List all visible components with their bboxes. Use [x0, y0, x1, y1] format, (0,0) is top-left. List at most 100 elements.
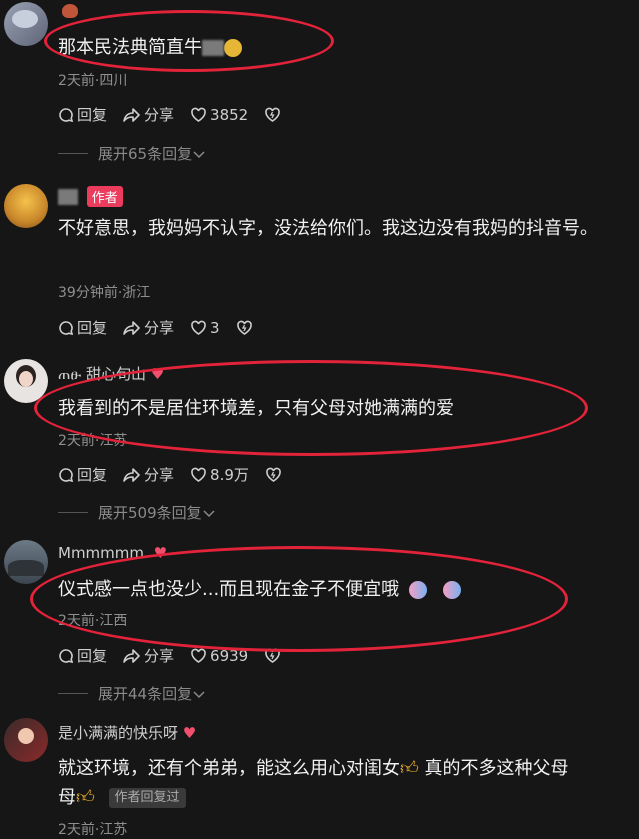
comment-text-wrap: 那本民法典简直牛: [58, 33, 628, 62]
comment-text-2: 真的不多这种父母: [424, 758, 569, 779]
avatar[interactable]: [4, 540, 48, 584]
expand-replies-button[interactable]: 展开44条回复: [58, 683, 206, 704]
heart-icon: [191, 107, 206, 122]
reply-bubble-icon: [59, 107, 74, 122]
like-button[interactable]: 3852: [190, 106, 248, 124]
share-arrow-icon: [123, 320, 140, 335]
smile-emoji-icon: [224, 39, 242, 57]
reply-button[interactable]: 回复: [58, 464, 107, 485]
comment-actions: 回复 分享 3: [58, 317, 272, 338]
comment-meta: 2天前·江西: [58, 613, 128, 629]
share-button[interactable]: 分享: [123, 464, 174, 485]
chevron-down-icon: [193, 690, 205, 698]
avatar[interactable]: [4, 718, 48, 762]
divider: [58, 153, 88, 154]
author-name-text: ጠፁ 甜心旬山: [58, 365, 147, 383]
like-count: 3: [210, 318, 220, 337]
share-arrow-icon: [123, 467, 140, 482]
like-button[interactable]: 6939: [190, 647, 248, 665]
avatar[interactable]: [4, 359, 48, 403]
share-button[interactable]: 分享: [123, 104, 174, 125]
divider: [58, 512, 88, 513]
author-replied-badge: 作者回复过: [108, 788, 186, 808]
expand-label: 展开509条回复: [98, 504, 202, 522]
share-label: 分享: [144, 319, 175, 337]
comment-text: 仪式感一点也没少...而且现在金子不便宜哦: [58, 579, 400, 600]
red-heart-icon: ♥: [153, 544, 168, 562]
user-icon-small: [62, 4, 78, 18]
comment-text: 就这环境，还有个弟弟，能这么用心对闺女: [58, 758, 400, 779]
reply-button[interactable]: 回复: [58, 104, 107, 125]
share-label: 分享: [144, 647, 175, 665]
share-label: 分享: [144, 106, 175, 124]
dislike-button[interactable]: [264, 107, 284, 123]
couple-emoji-icon: [442, 581, 461, 599]
expand-label: 展开44条回复: [98, 685, 193, 703]
expand-replies-button[interactable]: 展开65条回复: [58, 143, 206, 164]
reply-button[interactable]: 回复: [58, 645, 107, 666]
reply-label: 回复: [77, 647, 108, 665]
dislike-button[interactable]: [265, 467, 285, 483]
like-count: 8.9万: [210, 466, 249, 484]
author-name-text: 是小满满的快乐呀: [58, 724, 179, 742]
couple-emoji-icon: [408, 581, 427, 599]
author-badge: 作者: [86, 186, 123, 207]
comment-meta: 2天前·江苏: [58, 433, 128, 449]
like-count: 3852: [210, 105, 249, 124]
author-name: Mmmmmm. ♥: [58, 544, 167, 562]
chevron-down-icon: [203, 509, 215, 517]
heart-icon: [191, 467, 206, 482]
reply-button[interactable]: 回复: [58, 317, 107, 338]
chevron-down-icon: [193, 150, 205, 158]
share-label: 分享: [144, 466, 175, 484]
like-button[interactable]: 8.9万: [190, 464, 249, 485]
avatar[interactable]: [4, 184, 48, 228]
like-count: 6939: [210, 646, 249, 665]
comment-text: 不好意思，我妈妈不认字，没法给你们。我这边没有我妈的抖音号。: [58, 218, 598, 239]
author-name: 是小满满的快乐呀 ♥: [58, 722, 196, 743]
comment-text-3: 母: [58, 787, 76, 808]
author-name-text: Mmmmmm.: [58, 544, 149, 562]
dislike-heart-icon: [266, 467, 281, 482]
comment-meta: 2天前·江苏: [58, 822, 128, 838]
reply-label: 回复: [77, 466, 108, 484]
redacted-name: [58, 188, 78, 205]
reply-bubble-icon: [59, 320, 74, 335]
comment-actions: 回复 分享 8.9万: [58, 464, 301, 485]
reply-label: 回复: [77, 106, 108, 124]
heart-icon: [191, 320, 206, 335]
expand-replies-button[interactable]: 展开509条回复: [58, 502, 216, 523]
comment-meta: 2天前·四川: [58, 73, 128, 89]
comment-text: 那本民法典简直牛: [58, 37, 202, 58]
dislike-heart-icon: [265, 648, 281, 663]
comment-text-wrap: 就这环境，还有个弟弟，能这么用心对闺女👍︎ 真的不多这种父母 母👍︎ 作者回复过: [58, 754, 628, 812]
dislike-heart-icon: [236, 320, 252, 335]
reply-bubble-icon: [59, 467, 74, 482]
heart-icon: [191, 648, 206, 663]
red-heart-icon: ♥: [150, 365, 165, 383]
share-button[interactable]: 分享: [123, 645, 174, 666]
red-heart-icon: ♥: [182, 724, 197, 742]
comment-text-wrap: 仪式感一点也没少...而且现在金子不便宜哦: [58, 575, 628, 604]
reply-label: 回复: [77, 319, 108, 337]
dislike-heart-icon: [265, 107, 281, 122]
redacted-text: [202, 40, 224, 56]
thumbs-up-icon: 👍︎: [76, 787, 95, 808]
divider: [58, 693, 88, 694]
author-name: ጠፁ 甜心旬山 ♥: [58, 363, 164, 384]
comment-actions: 回复 分享 6939: [58, 645, 300, 666]
comment-actions: 回复 分享 3852: [58, 104, 300, 125]
avatar[interactable]: [4, 2, 48, 46]
share-arrow-icon: [123, 107, 140, 122]
author-name: 作者: [58, 186, 123, 207]
expand-label: 展开65条回复: [98, 145, 193, 163]
comment-text: 我看到的不是居住环境差，只有父母对她满满的爱: [58, 398, 454, 419]
dislike-button[interactable]: [236, 320, 256, 336]
comment-meta: 39分钟前·浙江: [58, 285, 151, 301]
thumbs-up-icon: 👍︎: [400, 758, 419, 779]
like-button[interactable]: 3: [190, 319, 220, 337]
dislike-button[interactable]: [264, 648, 284, 664]
reply-bubble-icon: [59, 648, 74, 663]
share-arrow-icon: [123, 648, 140, 663]
share-button[interactable]: 分享: [123, 317, 174, 338]
